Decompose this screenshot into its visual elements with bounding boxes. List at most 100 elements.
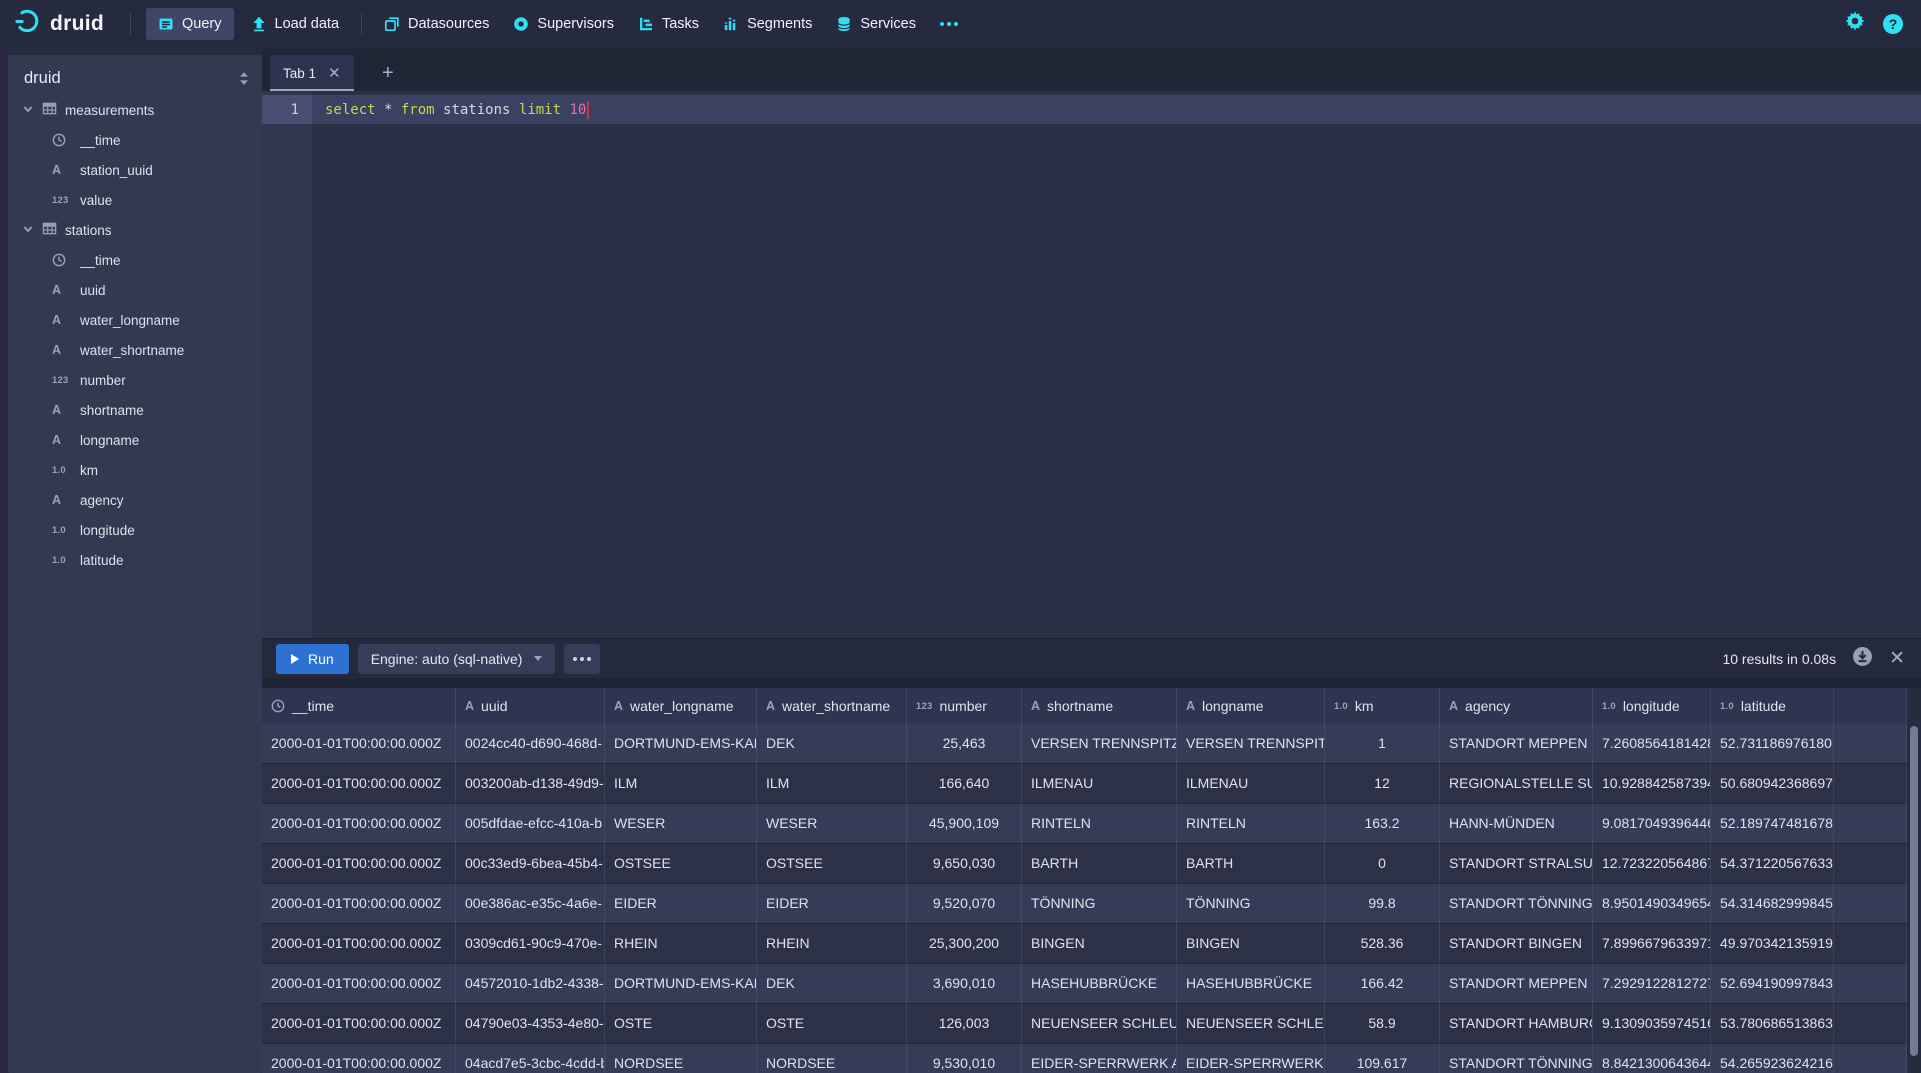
table-cell[interactable]: BARTH — [1177, 844, 1325, 884]
table-cell[interactable]: 00e386ac-e35c-4a6e- — [456, 884, 605, 924]
table-cell[interactable]: NORDSEE — [757, 1044, 907, 1073]
table-cell[interactable]: EIDER-SPERRWERK AP — [1177, 1044, 1325, 1073]
table-cell[interactable]: BINGEN — [1177, 924, 1325, 964]
table-cell[interactable]: 53.780686513863 — [1711, 1004, 1834, 1044]
column-header-__time[interactable]: __time — [262, 688, 456, 724]
column-header-longitude[interactable]: 1.0longitude — [1593, 688, 1711, 724]
nav-item-datasources[interactable]: Datasources — [372, 0, 501, 47]
table-cell[interactable]: ILMENAU — [1177, 764, 1325, 804]
sidebar-column-__time[interactable]: __time — [8, 125, 262, 155]
table-cell[interactable]: 8.8421300643644 — [1593, 1044, 1711, 1073]
sidebar-column-station_uuid[interactable]: Astation_uuid — [8, 155, 262, 185]
table-cell[interactable]: ILM — [757, 764, 907, 804]
table-cell[interactable]: 04acd7e5-3cbc-4cdd-b — [456, 1044, 605, 1073]
table-cell[interactable]: REGIONALSTELLE SUHL — [1440, 764, 1593, 804]
table-cell[interactable]: 0309cd61-90c9-470e- — [456, 924, 605, 964]
sql-editor[interactable]: 1 select * from stations limit 10 — [262, 91, 1921, 638]
sidebar-column-water_longname[interactable]: Awater_longname — [8, 305, 262, 335]
table-cell[interactable]: 2000-01-01T00:00:00.000Z — [262, 884, 456, 924]
settings-gear-icon[interactable] — [1845, 11, 1865, 36]
column-header-uuid[interactable]: Auuid — [456, 688, 605, 724]
table-cell[interactable]: 2000-01-01T00:00:00.000Z — [262, 964, 456, 1004]
table-cell[interactable]: WESER — [757, 804, 907, 844]
table-cell[interactable]: DORTMUND-EMS-KANAL — [605, 964, 757, 1004]
table-cell[interactable]: 2000-01-01T00:00:00.000Z — [262, 764, 456, 804]
table-cell[interactable]: 54.314682999845 — [1711, 884, 1834, 924]
column-header-shortname[interactable]: Ashortname — [1022, 688, 1177, 724]
table-cell[interactable]: 7.2929122812727 — [1593, 964, 1711, 1004]
table-cell[interactable]: 003200ab-d138-49d9- — [456, 764, 605, 804]
nav-item-more[interactable] — [928, 0, 970, 47]
results-scrollbar-thumb[interactable] — [1910, 726, 1918, 1056]
sidebar-column-longname[interactable]: Alongname — [8, 425, 262, 455]
table-cell[interactable]: 54.265923624216 — [1711, 1044, 1834, 1073]
query-tab[interactable]: Tab 1 ✕ — [270, 55, 354, 91]
sidebar-column-value[interactable]: 123value — [8, 185, 262, 215]
table-cell[interactable]: 2000-01-01T00:00:00.000Z — [262, 804, 456, 844]
sidebar-table-stations[interactable]: stations — [8, 215, 262, 245]
table-cell[interactable]: RINTELN — [1177, 804, 1325, 844]
table-cell[interactable]: 166,640 — [907, 764, 1022, 804]
sidebar-column-latitude[interactable]: 1.0latitude — [8, 545, 262, 575]
close-results-icon[interactable]: ✕ — [1889, 647, 1905, 670]
table-cell[interactable]: STANDORT MEPPEN — [1440, 964, 1593, 1004]
nav-item-segments[interactable]: Segments — [711, 0, 824, 47]
table-cell[interactable]: OSTSEE — [605, 844, 757, 884]
column-header-agency[interactable]: Aagency — [1440, 688, 1593, 724]
table-cell[interactable]: 0024cc40-d690-468d- — [456, 724, 605, 764]
table-cell[interactable]: 9,650,030 — [907, 844, 1022, 884]
new-tab-button[interactable]: + — [374, 62, 402, 85]
table-cell[interactable]: STANDORT MEPPEN — [1440, 724, 1593, 764]
table-cell[interactable]: 00c33ed9-6bea-45b4- — [456, 844, 605, 884]
table-cell[interactable]: STANDORT TÖNNING — [1440, 1044, 1593, 1073]
sidebar-column-shortname[interactable]: Ashortname — [8, 395, 262, 425]
column-header-longname[interactable]: Alongname — [1177, 688, 1325, 724]
engine-select-button[interactable]: Engine: auto (sql-native) — [358, 644, 556, 674]
app-logo[interactable]: druid — [0, 0, 120, 47]
table-cell[interactable]: 2000-01-01T00:00:00.000Z — [262, 724, 456, 764]
table-cell[interactable]: 7.2608564181428 — [1593, 724, 1711, 764]
table-cell[interactable]: TÖNNING — [1022, 884, 1177, 924]
table-cell[interactable]: 109.617 — [1325, 1044, 1440, 1073]
sidebar-column-agency[interactable]: Aagency — [8, 485, 262, 515]
table-cell[interactable]: 10.928842587394 — [1593, 764, 1711, 804]
table-cell[interactable]: 52.189747481678 — [1711, 804, 1834, 844]
table-cell[interactable]: WESER — [605, 804, 757, 844]
table-cell[interactable]: EIDER — [757, 884, 907, 924]
table-cell[interactable]: 126,003 — [907, 1004, 1022, 1044]
table-cell[interactable]: 005dfdae-efcc-410a-b — [456, 804, 605, 844]
table-cell[interactable]: OSTE — [757, 1004, 907, 1044]
table-cell[interactable]: EIDER-SPERRWERK AP — [1022, 1044, 1177, 1073]
table-cell[interactable]: HASEHUBBRÜCKE — [1022, 964, 1177, 1004]
table-cell[interactable]: 166.42 — [1325, 964, 1440, 1004]
table-cell[interactable]: HANN-MÜNDEN — [1440, 804, 1593, 844]
table-cell[interactable]: 25,463 — [907, 724, 1022, 764]
nav-item-load-data[interactable]: Load data — [239, 0, 352, 47]
table-cell[interactable]: ILMENAU — [1022, 764, 1177, 804]
table-cell[interactable]: 50.680942368697 — [1711, 764, 1834, 804]
results-scrollbar[interactable] — [1907, 688, 1921, 1073]
nav-item-query[interactable]: Query — [146, 8, 234, 40]
sidebar-column-longitude[interactable]: 1.0longitude — [8, 515, 262, 545]
table-cell[interactable]: 45,900,109 — [907, 804, 1022, 844]
table-cell[interactable]: 25,300,200 — [907, 924, 1022, 964]
table-cell[interactable]: OSTSEE — [757, 844, 907, 884]
table-cell[interactable]: 52.731186976180 — [1711, 724, 1834, 764]
column-header-km[interactable]: 1.0km — [1325, 688, 1440, 724]
run-button[interactable]: Run — [276, 644, 349, 674]
table-cell[interactable]: OSTE — [605, 1004, 757, 1044]
table-cell[interactable]: DORTMUND-EMS-KANAL — [605, 724, 757, 764]
sort-columns-icon[interactable] — [238, 71, 250, 86]
table-cell[interactable]: STANDORT BINGEN — [1440, 924, 1593, 964]
table-cell[interactable]: VERSEN TRENNSPITZE — [1177, 724, 1325, 764]
table-cell[interactable]: HASEHUBBRÜCKE — [1177, 964, 1325, 1004]
table-cell[interactable]: 163.2 — [1325, 804, 1440, 844]
table-cell[interactable]: STANDORT TÖNNING — [1440, 884, 1593, 924]
table-cell[interactable]: STANDORT HAMBURG — [1440, 1004, 1593, 1044]
more-options-button[interactable] — [564, 644, 600, 674]
nav-item-tasks[interactable]: Tasks — [626, 0, 711, 47]
table-cell[interactable]: BINGEN — [1022, 924, 1177, 964]
table-cell[interactable]: 58.9 — [1325, 1004, 1440, 1044]
table-cell[interactable]: DEK — [757, 724, 907, 764]
table-cell[interactable]: 2000-01-01T00:00:00.000Z — [262, 1044, 456, 1073]
